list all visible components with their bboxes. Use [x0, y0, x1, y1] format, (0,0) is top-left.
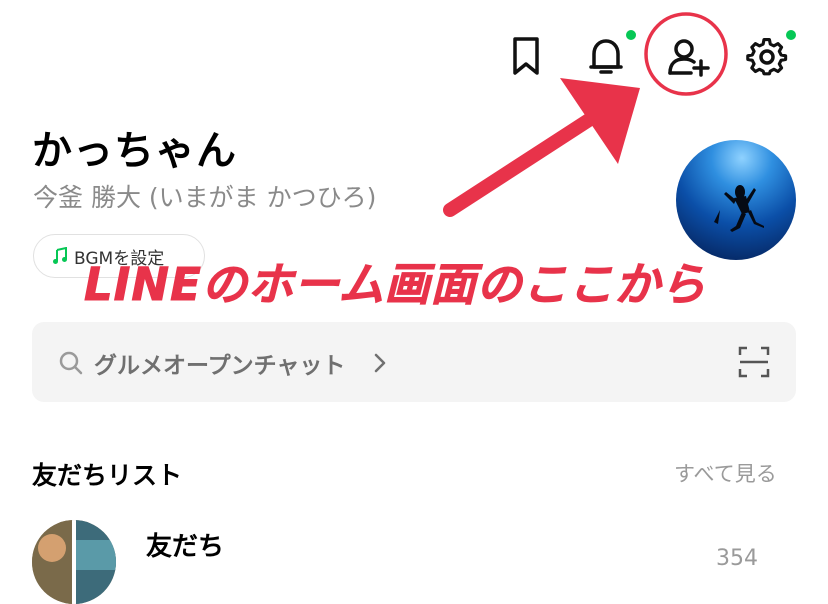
search-icon [59, 351, 83, 375]
settings-button[interactable] [744, 34, 790, 80]
add-friend-button[interactable] [664, 34, 712, 80]
friends-item-label[interactable]: 友だち [146, 526, 224, 563]
bell-icon [589, 39, 623, 74]
avatar[interactable] [676, 140, 796, 260]
notification-dot [626, 30, 636, 40]
friends-count: 354 [716, 546, 758, 571]
friends-list-title: 友だちリスト [32, 461, 183, 490]
gear-icon [746, 38, 788, 76]
search-text: グルメオープンチャット [94, 353, 346, 379]
friends-avatar-image [32, 520, 116, 604]
profile-name: かっちゃん [32, 128, 237, 174]
annotation-arrow [443, 78, 640, 217]
settings-dot [786, 30, 796, 40]
friends-avatar[interactable] [32, 520, 116, 604]
chevron-right-icon [374, 353, 386, 373]
annotation-text: LINEのホーム画面のここから [83, 258, 707, 312]
music-note-icon [53, 247, 67, 264]
see-all-link[interactable]: すべて見る [674, 458, 777, 488]
bookmark-button[interactable] [506, 34, 546, 78]
add-friend-icon [668, 39, 710, 77]
diver-silhouette [714, 185, 764, 232]
scan-icon[interactable] [738, 346, 770, 378]
notification-button[interactable] [584, 34, 628, 80]
bookmark-icon [513, 37, 539, 75]
profile-subtitle: 今釜 勝大 (いまがま かつひろ) [33, 183, 377, 212]
